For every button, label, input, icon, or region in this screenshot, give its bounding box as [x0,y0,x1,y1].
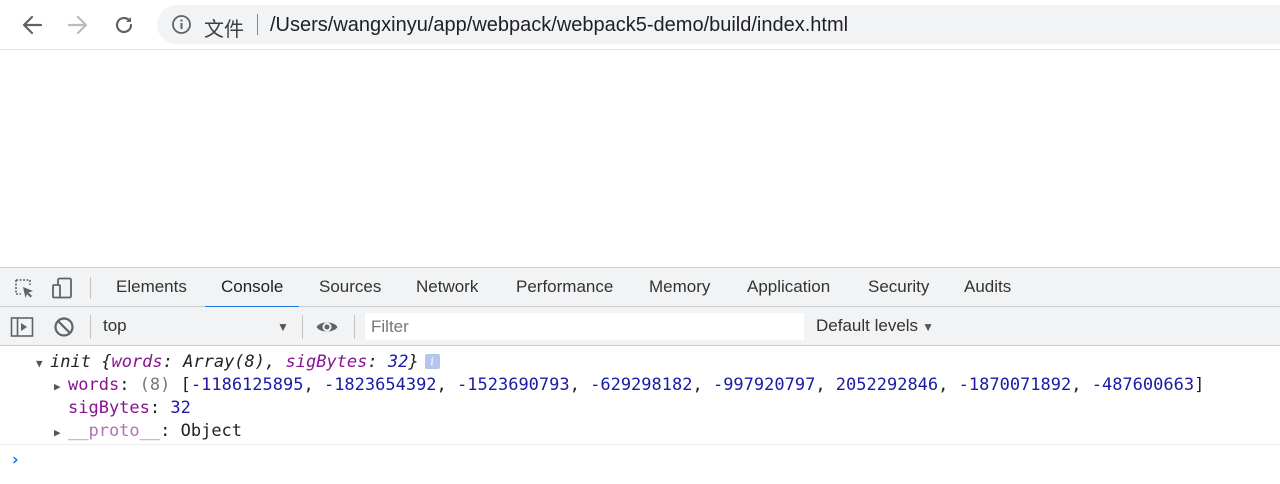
url-text[interactable]: /Users/wangxinyu/app/webpack/webpack5-de… [270,14,848,37]
summary-key: words [111,352,163,372]
filter-input[interactable] [365,313,804,340]
summary-key: sigBytes [285,352,368,372]
summary-brace: { [101,352,112,372]
summary-colon: : [162,352,184,372]
forward-button[interactable] [62,9,94,41]
inspect-element-icon[interactable] [13,277,35,299]
array-open: [ [170,375,191,395]
property-value: Object [180,421,243,441]
tab-audits[interactable]: Audits [948,268,1027,307]
array-comma: , [692,375,713,395]
array-comma: , [1071,375,1092,395]
entry-divider [0,444,1280,445]
summary-colon: : [367,352,388,372]
summary-value: Array(8) [183,352,266,372]
array-comma: , [938,375,959,395]
context-value: top [103,316,127,335]
console-prompt-icon[interactable]: › [10,450,20,470]
tab-memory[interactable]: Memory [633,268,726,307]
tab-security[interactable]: Security [852,268,945,307]
omnibox-divider [257,14,258,35]
property-key: __proto__ [68,421,161,441]
device-toolbar-icon[interactable] [51,277,73,299]
property-value: 32 [170,398,191,418]
array-value: -629298182 [590,375,693,395]
toolbar-divider [90,315,91,339]
tab-network[interactable]: Network [400,268,494,307]
array-comma: , [436,375,458,395]
collapsed-caret-icon[interactable]: ▶ [54,426,61,439]
reload-icon [115,16,133,34]
info-icon[interactable] [171,14,192,35]
console-toolbar: top ▼ Default levels▼ [0,307,1280,346]
toolbar-divider [302,315,303,339]
clear-console-icon[interactable] [52,315,76,339]
toolbar-divider [90,277,91,299]
summary-brace: } [408,352,419,372]
address-bar[interactable]: 文件 /Users/wangxinyu/app/webpack/webpack5… [157,5,1280,44]
devtools-tab-bar: Elements Console Sources Network Perform… [0,267,1280,308]
back-button[interactable] [16,9,48,41]
array-comma: , [815,375,836,395]
console-output: ▼ init {words: Array(8), sigBytes: 32} i … [0,346,1280,484]
array-comma: , [303,375,324,395]
log-levels-dropdown[interactable]: Default levels ▼ [816,316,934,336]
dropdown-arrow-icon: ▼ [922,320,934,334]
info-badge-icon[interactable]: i [424,354,440,369]
array-value: 2052292846 [835,375,939,395]
context-selector[interactable]: top ▼ [103,307,295,345]
array-close: ] [1194,375,1205,395]
toolbar-divider [354,315,355,339]
property-colon: : [149,398,171,418]
log-label: init [50,352,91,372]
tab-console[interactable]: Console [205,268,300,308]
property-key: sigBytes [68,398,150,418]
array-value: -1870071892 [958,375,1072,395]
log-levels-label: Default levels [816,316,919,335]
tab-application[interactable]: Application [731,268,846,307]
live-expression-icon[interactable] [315,315,339,339]
array-value: -1186125895 [190,375,304,395]
arrow-right-icon [67,15,88,35]
property-key: words [68,375,120,395]
array-value: -997920797 [712,375,816,395]
reload-button[interactable] [108,9,140,41]
array-count: (8) [139,375,171,395]
dropdown-arrow-icon: ▼ [277,320,289,334]
array-value: -487600663 [1091,375,1195,395]
array-value: -1823654392 [323,375,437,395]
summary-comma: , [265,352,286,372]
property-sigbytes: sigBytes: 32 [68,397,191,419]
log-entry-summary[interactable]: init {words: Array(8), sigBytes: 32} i [50,351,440,373]
expanded-caret-icon[interactable]: ▼ [36,357,43,370]
summary-value: 32 [387,352,409,372]
show-sidebar-icon[interactable] [10,315,34,339]
property-words[interactable]: words: (8) [-1186125895, -1823654392, -1… [68,374,1204,396]
property-colon: : [160,421,181,441]
browser-toolbar: 文件 /Users/wangxinyu/app/webpack/webpack5… [0,0,1280,50]
array-value: -1523690793 [457,375,570,395]
collapsed-caret-icon[interactable]: ▶ [54,380,61,393]
site-security-label[interactable]: 文件 [204,13,244,42]
property-proto[interactable]: __proto__: Object [68,420,242,442]
tab-performance[interactable]: Performance [500,268,629,307]
tab-elements[interactable]: Elements [100,268,203,307]
arrow-left-icon [22,15,43,35]
tab-sources[interactable]: Sources [303,268,397,307]
property-colon: : [119,375,140,395]
array-comma: , [569,375,591,395]
